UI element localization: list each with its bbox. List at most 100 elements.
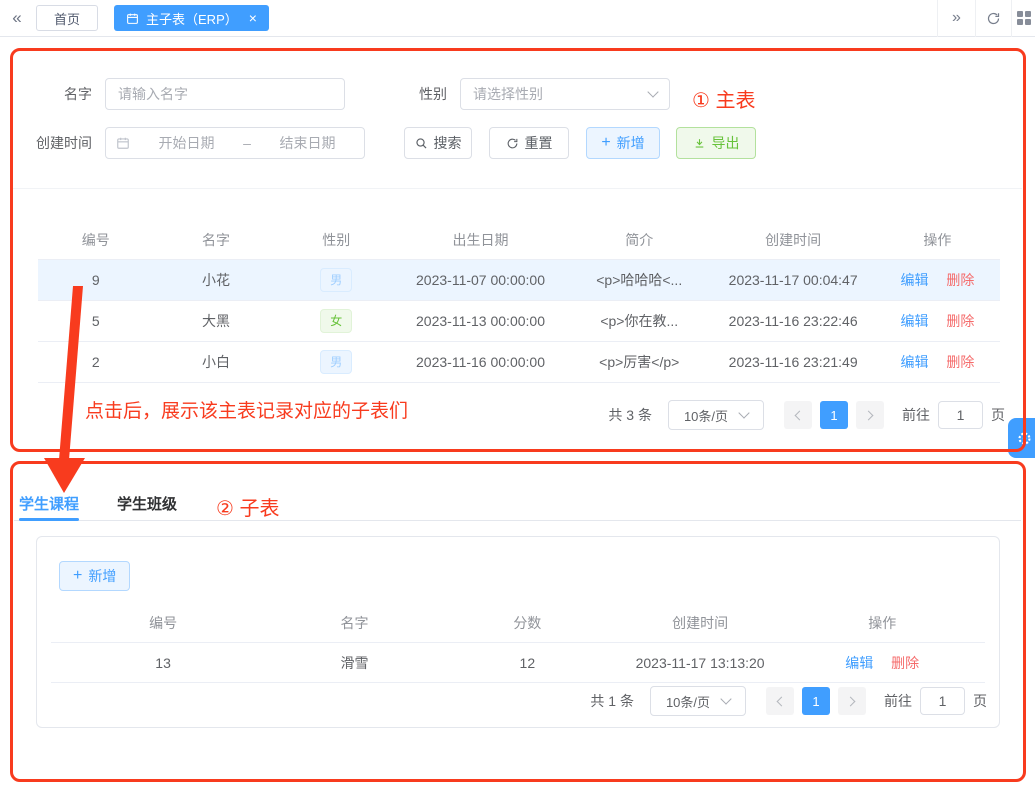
date-range-picker[interactable]: 开始日期 – 结束日期 xyxy=(105,127,365,159)
search-button[interactable]: 搜索 xyxy=(404,127,472,159)
date-start-input[interactable]: 开始日期 xyxy=(140,133,233,153)
table-row[interactable]: 5 大黑 女 2023-11-13 00:00:00 <p>你在教... 202… xyxy=(38,301,1000,342)
gender-tag: 男 xyxy=(320,350,353,374)
main-table: 编号 名字 性别 出生日期 简介 创建时间 操作 9 小花 男 2023-11-… xyxy=(38,220,1000,383)
col-header-id: 编号 xyxy=(149,614,178,631)
total-count: 共 3 条 xyxy=(608,407,652,423)
delete-link[interactable]: 删除 xyxy=(891,655,919,671)
page-unit-label: 页 xyxy=(973,693,987,709)
edit-link[interactable]: 编辑 xyxy=(900,313,928,329)
close-icon[interactable]: × xyxy=(249,11,257,25)
plus-icon: + xyxy=(601,133,611,151)
date-range-separator: – xyxy=(243,135,251,151)
name-input[interactable] xyxy=(105,78,345,110)
cell-id: 13 xyxy=(155,654,171,671)
collapse-left-icon[interactable]: « xyxy=(0,8,34,28)
cell-score: 12 xyxy=(519,654,536,671)
table-row[interactable]: 13 滑雪 12 2023-11-17 13:13:20 编辑 删除 xyxy=(51,643,985,683)
tab-student-class-label: 学生班级 xyxy=(117,495,178,513)
edit-link[interactable]: 编辑 xyxy=(900,354,928,370)
edit-link[interactable]: 编辑 xyxy=(845,655,873,671)
current-page-button[interactable]: 1 xyxy=(802,687,830,715)
refresh-icon[interactable] xyxy=(975,0,1011,37)
col-header-id: 编号 xyxy=(81,231,110,248)
goto-page-input[interactable] xyxy=(920,687,965,715)
name-label: 名字 xyxy=(64,86,92,102)
goto-label: 前往 xyxy=(884,693,912,709)
reset-icon xyxy=(506,137,519,150)
add-button[interactable]: + 新增 xyxy=(586,127,660,159)
col-header-created: 创建时间 xyxy=(765,231,822,248)
tab-bar: « 首页 主子表（ERP） × » xyxy=(0,0,1035,37)
reset-button[interactable]: 重置 xyxy=(489,127,569,159)
table-row[interactable]: 9 小花 男 2023-11-07 00:00:00 <p>哈哈哈<... 20… xyxy=(38,260,1000,301)
settings-gear-button[interactable] xyxy=(1008,418,1035,458)
cell-birth: 2023-11-16 00:00:00 xyxy=(416,354,545,370)
chevron-down-icon xyxy=(738,407,750,419)
tabbar-actions: » xyxy=(937,0,1035,37)
page-size-select[interactable]: 10条/页 xyxy=(650,686,746,716)
gender-tag: 女 xyxy=(320,309,353,333)
date-end-input[interactable]: 结束日期 xyxy=(261,133,354,153)
col-header-birth: 出生日期 xyxy=(452,231,509,248)
next-page-button[interactable] xyxy=(838,687,866,715)
col-header-name: 名字 xyxy=(201,231,230,248)
cell-intro: <p>厉害</p> xyxy=(599,354,680,370)
download-icon xyxy=(693,137,706,150)
cell-name: 滑雪 xyxy=(340,654,369,671)
created-time-label: 创建时间 xyxy=(36,135,92,151)
prev-page-button[interactable] xyxy=(784,401,812,429)
page-size-value: 10条/页 xyxy=(665,694,711,710)
cell-birth: 2023-11-07 00:00:00 xyxy=(416,272,545,288)
child-add-button[interactable]: + 新增 xyxy=(59,561,131,591)
cell-name: 小花 xyxy=(201,272,230,288)
delete-link[interactable]: 删除 xyxy=(946,313,974,329)
cell-id: 9 xyxy=(91,272,100,288)
app-screen: « 首页 主子表（ERP） × » 名字 请输入名字 性别 请选择性别 创建时间… xyxy=(0,0,1035,785)
delete-link[interactable]: 删除 xyxy=(946,272,974,288)
col-header-intro: 简介 xyxy=(625,231,654,248)
annotation-main-table-label: ① 主表 xyxy=(692,90,756,112)
page-unit-label: 页 xyxy=(991,407,1005,423)
chevron-left-icon xyxy=(794,410,805,420)
child-table-header: 编号 名字 分数 创建时间 操作 xyxy=(51,603,985,643)
form-table-divider xyxy=(13,188,1022,189)
child-add-button-label: 新增 xyxy=(88,568,117,584)
chevron-down-icon xyxy=(720,693,732,705)
cell-intro: <p>你在教... xyxy=(600,313,679,329)
prev-page-button[interactable] xyxy=(766,687,794,715)
add-button-label: 新增 xyxy=(616,135,645,151)
delete-link[interactable]: 删除 xyxy=(946,354,974,370)
export-button[interactable]: 导出 xyxy=(676,127,756,159)
edit-link[interactable]: 编辑 xyxy=(900,272,928,288)
layout-grid-icon[interactable] xyxy=(1011,0,1035,37)
tab-active-label: 主子表（ERP） xyxy=(146,11,238,27)
child-table: 编号 名字 分数 创建时间 操作 13 滑雪 12 2023-11-17 13:… xyxy=(51,603,985,683)
tab-student-class[interactable]: 学生班级 xyxy=(117,486,177,520)
gender-select[interactable]: 请选择性别 xyxy=(460,78,670,110)
current-page-button[interactable]: 1 xyxy=(820,401,848,429)
tab-student-course-label: 学生课程 xyxy=(19,495,80,513)
cell-intro: <p>哈哈哈<... xyxy=(596,272,683,288)
col-header-score: 分数 xyxy=(513,614,542,631)
next-page-button[interactable] xyxy=(856,401,884,429)
name-input-field[interactable] xyxy=(106,79,344,109)
tab-master-child-erp[interactable]: 主子表（ERP） × xyxy=(114,5,269,31)
export-button-label: 导出 xyxy=(711,135,740,151)
goto-page-input[interactable] xyxy=(938,401,983,429)
col-header-actions: 操作 xyxy=(923,231,952,248)
tab-student-course[interactable]: 学生课程 xyxy=(19,486,80,521)
chevron-down-icon xyxy=(647,86,659,98)
page-size-select[interactable]: 10条/页 xyxy=(668,400,764,430)
tab-home[interactable]: 首页 xyxy=(36,5,99,31)
chevron-right-icon xyxy=(863,410,874,420)
chevron-left-icon xyxy=(776,696,787,706)
main-table-header: 编号 名字 性别 出生日期 简介 创建时间 操作 xyxy=(38,220,1000,260)
col-header-actions: 操作 xyxy=(868,614,897,631)
plus-icon: + xyxy=(73,566,83,584)
tab-home-label: 首页 xyxy=(54,11,81,27)
gear-icon xyxy=(1016,430,1033,447)
expand-right-icon[interactable]: » xyxy=(937,0,975,37)
cell-birth: 2023-11-13 00:00:00 xyxy=(416,313,545,329)
table-row[interactable]: 2 小白 男 2023-11-16 00:00:00 <p>厉害</p> 202… xyxy=(38,342,1000,383)
